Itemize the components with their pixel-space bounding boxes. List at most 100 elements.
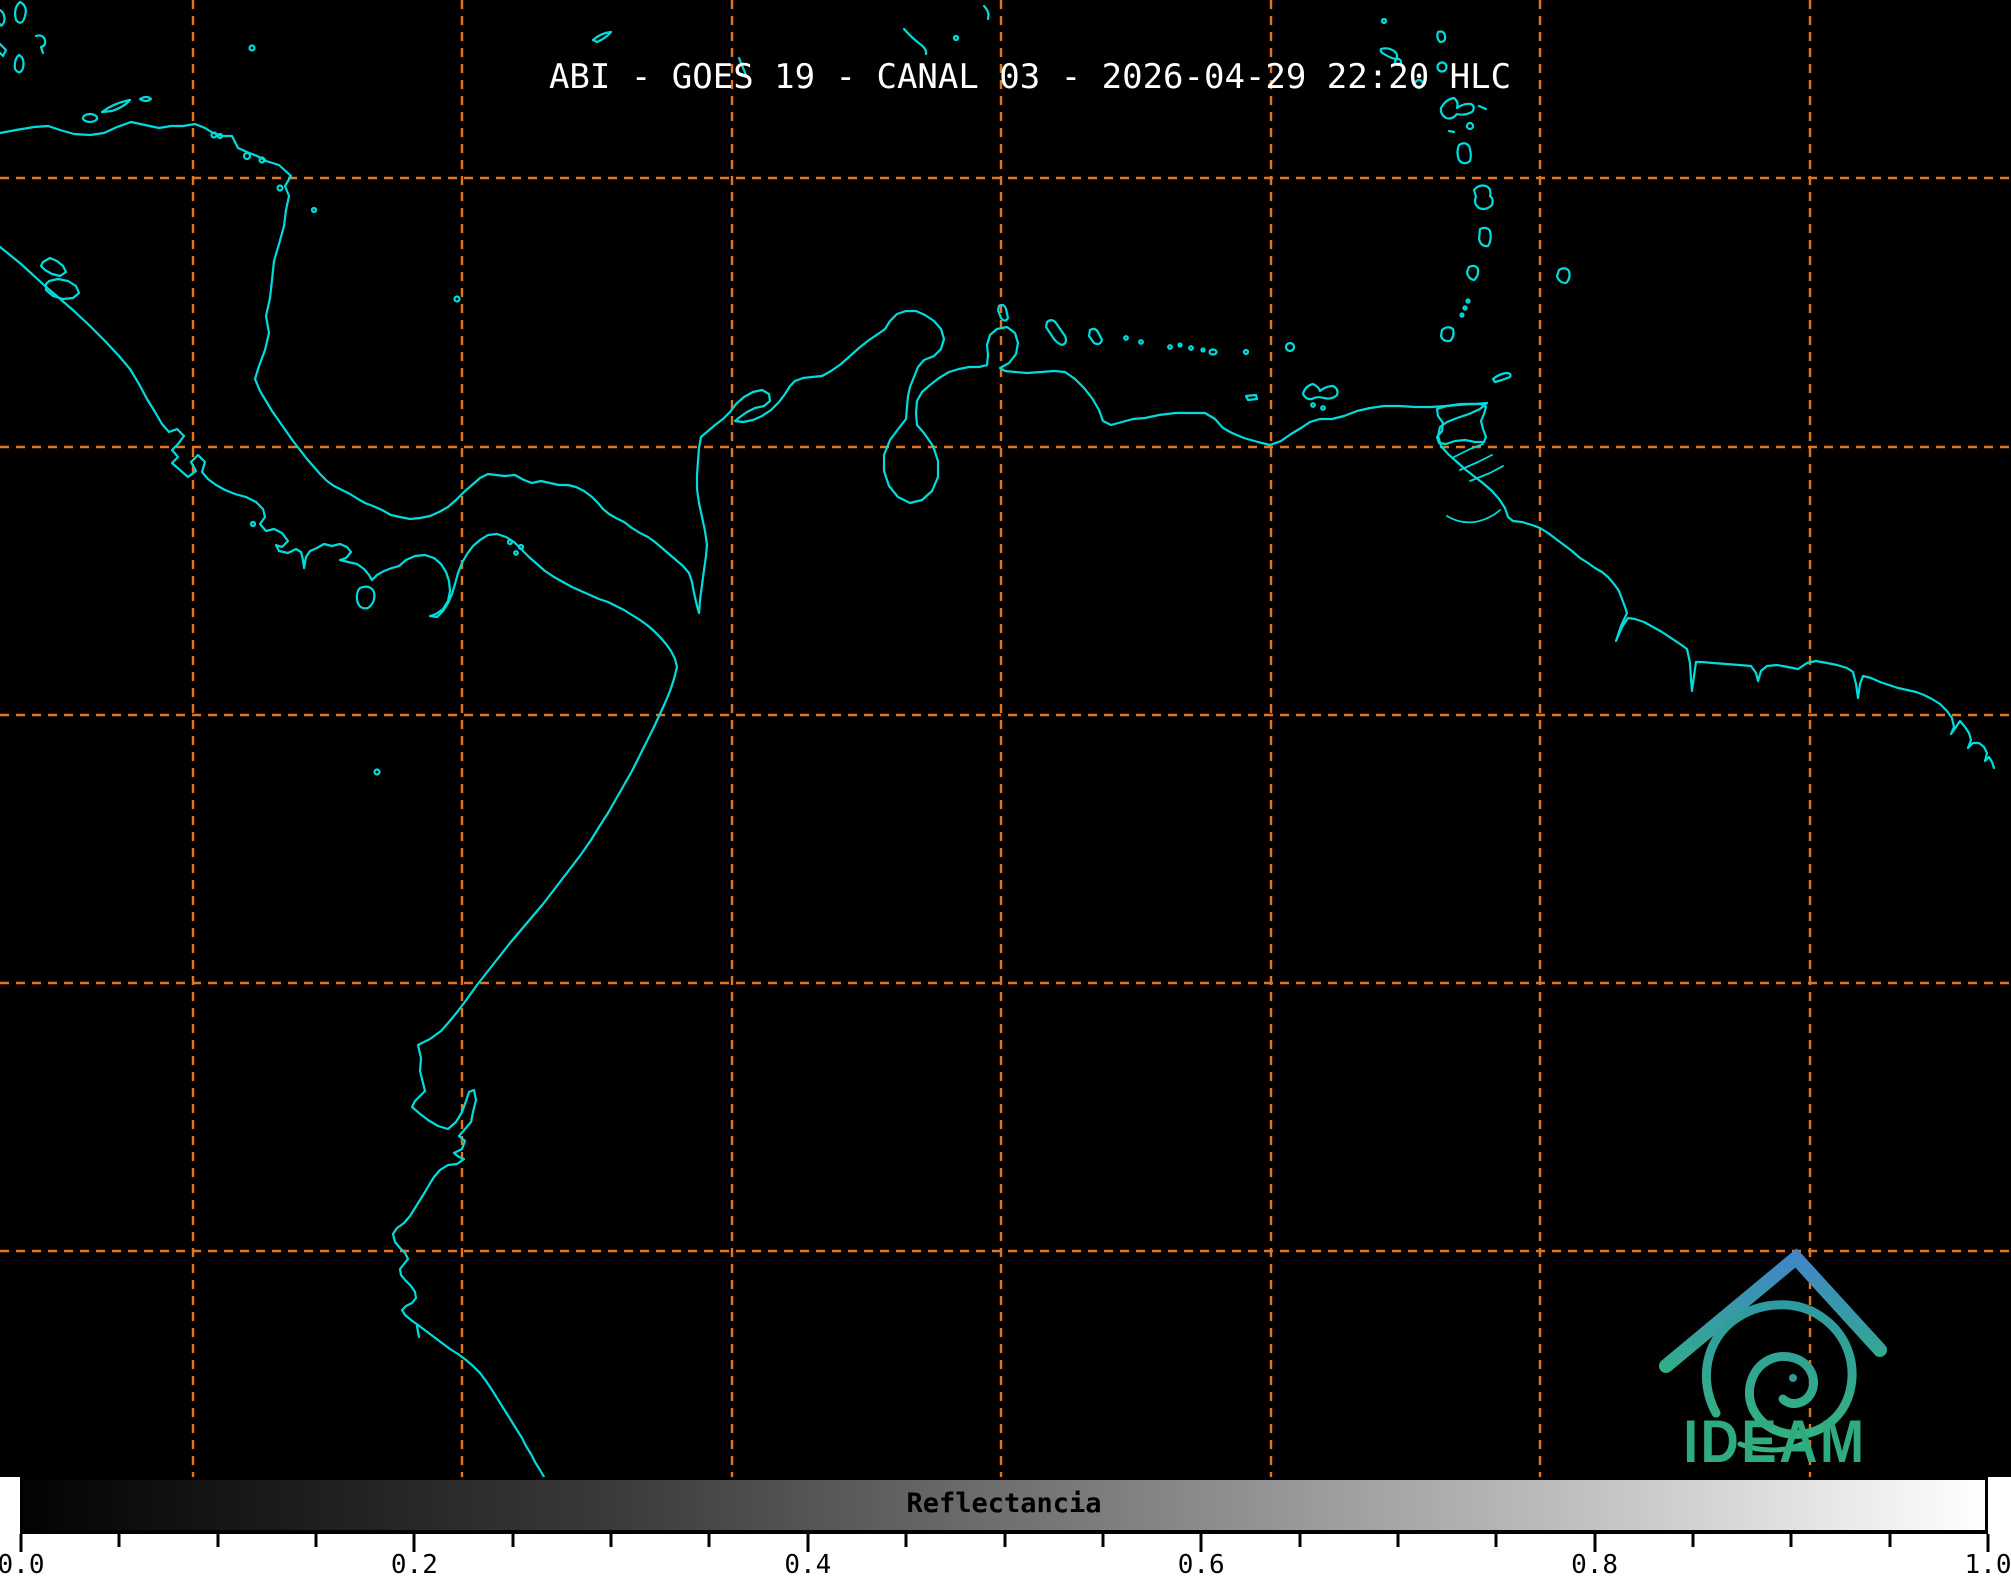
island-dot <box>1139 340 1143 344</box>
island-dominica <box>1458 143 1471 163</box>
colorbar-tick <box>1396 1534 1399 1547</box>
colorbar-tick-label: 1.0 <box>1965 1550 2011 1577</box>
colorbar-tick <box>1298 1534 1301 1547</box>
colorbar-tick-label: 0.0 <box>0 1550 44 1577</box>
island-margarita <box>1303 384 1338 399</box>
island-grenada <box>1441 327 1454 341</box>
island-swan <box>250 46 255 51</box>
island-dot <box>1189 346 1193 350</box>
islands-caribbean-west <box>251 297 460 775</box>
colorbar-ticks <box>21 1534 1988 1552</box>
island-fragment <box>984 6 989 19</box>
island <box>15 55 24 72</box>
colorbar-tick <box>1790 1534 1793 1547</box>
island-dot <box>954 36 958 40</box>
colorbar-area: Reflectancia 0.0 0.2 <box>0 1477 2011 1577</box>
satellite-image-view: ABI - GOES 19 - CANAL 03 - 2026-04-29 22… <box>0 0 2011 1577</box>
island-bonaire <box>1089 329 1102 344</box>
islands-bay-of-honduras <box>0 2 316 212</box>
island-dot <box>312 208 316 212</box>
island-barbados <box>1557 268 1570 283</box>
island-dot <box>519 545 523 549</box>
island-tobago <box>1493 373 1511 382</box>
island-curacao <box>1046 320 1066 345</box>
island-martinique <box>1474 186 1493 210</box>
island-dot <box>1179 344 1182 347</box>
island-dot <box>1382 19 1386 23</box>
colorbar-tick <box>1101 1534 1104 1547</box>
island-dot <box>1464 307 1467 310</box>
colorbar-title: Reflectancia <box>906 1488 1101 1519</box>
island-barbuda <box>1437 32 1445 43</box>
island-dot <box>212 133 217 138</box>
colorbar-tick <box>708 1534 711 1547</box>
island-puna <box>417 1326 419 1337</box>
island-guanaja <box>140 97 151 101</box>
islands-abc-and-venezuela <box>998 305 1338 410</box>
island-coiba <box>357 587 375 609</box>
coastline-caribbean-mainland <box>0 122 1994 768</box>
map-area: ABI - GOES 19 - CANAL 03 - 2026-04-29 22… <box>0 0 2011 1477</box>
islands-panama-pacific <box>357 540 523 608</box>
island-dot <box>1467 300 1470 303</box>
colorbar-tick-label: 0.2 <box>391 1550 438 1577</box>
island <box>15 2 26 23</box>
island-dot <box>1321 406 1325 410</box>
map-canvas <box>0 0 2011 1477</box>
island-dot <box>1168 345 1172 349</box>
island <box>0 44 6 56</box>
island-fragment <box>904 29 926 54</box>
island-dash <box>1479 106 1486 109</box>
colorbar-tick <box>905 1534 908 1547</box>
island-roatan <box>102 100 130 112</box>
colorbar-tick-label: 0.6 <box>1178 1550 1225 1577</box>
island-dot <box>1244 350 1248 354</box>
island-utila <box>83 114 97 122</box>
island-malpelo <box>375 770 380 775</box>
island-fragment <box>593 32 611 42</box>
ideam-logo-text: IDEAM <box>1683 1412 1866 1472</box>
delta-channel <box>1447 510 1500 522</box>
image-title: ABI - GOES 19 - CANAL 03 - 2026-04-29 22… <box>549 57 1511 97</box>
island-providencia <box>455 297 460 302</box>
lake-managua <box>41 258 66 276</box>
island-dot <box>514 551 518 555</box>
coastlines <box>0 2 1994 1477</box>
island-dot <box>1461 314 1464 317</box>
lake-nicaragua <box>46 279 79 299</box>
island-dot <box>244 153 250 159</box>
colorbar-tick-labels: 0.0 0.2 0.4 0.6 0.8 1.0 <box>21 1553 1988 1577</box>
island-guadeloupe <box>1441 98 1474 119</box>
colorbar-tick <box>315 1534 318 1547</box>
colorbar-tick <box>1691 1534 1694 1547</box>
gridlines <box>0 0 2011 1477</box>
island-ring <box>1286 343 1294 351</box>
island-aruba <box>998 305 1008 321</box>
island-dot <box>1124 336 1128 340</box>
island-dash <box>1449 131 1454 132</box>
island-ring <box>1210 350 1217 355</box>
island-st-vincent <box>1467 266 1478 280</box>
island-dot <box>251 522 255 526</box>
island-dot <box>1311 403 1315 407</box>
colorbar-tick <box>1888 1534 1891 1547</box>
island-dot <box>278 186 283 191</box>
colorbar-tick-label: 0.4 <box>784 1550 831 1577</box>
island <box>0 10 5 26</box>
island-trinidad-tobago <box>1437 373 1511 444</box>
island-dot <box>508 540 512 544</box>
colorbar-tick <box>216 1534 219 1547</box>
colorbar-tick <box>511 1534 514 1547</box>
island-ring <box>1467 123 1473 129</box>
colorbar-tick <box>1003 1534 1006 1547</box>
orinoco-delta-channels <box>1447 444 1503 522</box>
island <box>36 36 45 54</box>
colorbar-tick-label: 0.8 <box>1571 1550 1618 1577</box>
island-st-lucia <box>1479 228 1491 246</box>
delta-channel <box>1470 466 1503 481</box>
coastline-pacific-mainland <box>0 247 677 1477</box>
colorbar-tick <box>118 1534 121 1547</box>
colorbar-tick <box>610 1534 613 1547</box>
island-tortuga <box>1246 395 1257 400</box>
island-dot <box>1202 349 1205 352</box>
